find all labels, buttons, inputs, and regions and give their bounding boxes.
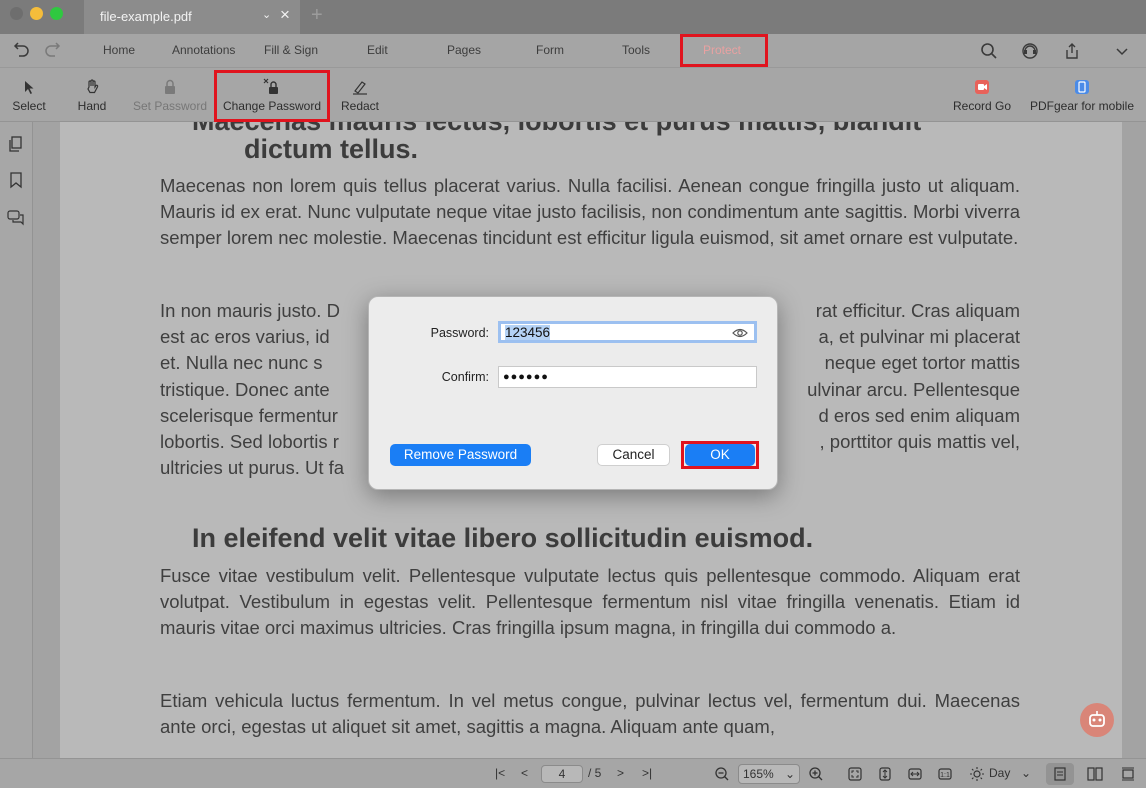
confirm-label: Confirm: [441,370,489,384]
first-page-icon[interactable]: |< [495,766,505,780]
left-sidebar [0,122,33,758]
robot-icon [1089,711,1105,727]
redact-tool[interactable]: Redact [336,68,384,122]
new-tab-button[interactable]: + [311,4,323,27]
cancel-button[interactable]: Cancel [597,444,670,466]
hand-icon [87,79,99,94]
last-page-icon[interactable]: >| [642,766,652,780]
eye-icon[interactable] [732,327,748,339]
record-go-button[interactable]: Record Go [948,68,1016,122]
menu-tools[interactable]: Tools [622,43,650,57]
redact-label: Redact [340,99,380,113]
remove-password-button[interactable]: Remove Password [390,444,531,466]
fit-width-icon[interactable] [907,766,923,782]
menu-edit[interactable]: Edit [367,43,388,57]
redo-icon[interactable] [43,42,61,60]
pages-panel-icon[interactable] [7,135,25,153]
menu-home[interactable]: Home [103,43,135,57]
paragraph-1: Maecenas non lorem quis tellus placerat … [160,175,1020,249]
hand-label: Hand [77,99,107,113]
password-value: 123456 [505,325,551,340]
zoom-window-button[interactable] [50,7,63,20]
record-icon [975,80,989,94]
title-bar: file-example.pdf ⌄ × + [0,0,1146,34]
menu-form[interactable]: Form [536,43,564,57]
fit-page-icon[interactable] [847,766,863,782]
next-page-icon[interactable]: > [617,766,624,780]
mobile-icon [1075,80,1089,94]
change-password-highlight-box [214,70,330,122]
password-input[interactable]: 123456 [498,321,757,343]
paragraph-3: Fusce vitae vestibulum velit. Pellentesq… [160,565,1020,639]
theme-label[interactable]: Day [989,766,1010,780]
close-window-button[interactable] [10,7,23,20]
page-total: / 5 [588,766,602,780]
chevron-down-icon[interactable]: ⌄ [262,8,271,21]
minimize-window-button[interactable] [30,7,43,20]
search-icon[interactable] [980,42,998,60]
status-bar: |< < 4 / 5 > >| 165% ⌄ 1:1 Day ⌄ [0,758,1146,788]
set-password-label: Set Password [132,99,208,113]
single-page-view-button[interactable] [1046,763,1074,785]
zoom-in-icon[interactable] [808,766,824,782]
scroll-view-icon[interactable] [1120,766,1136,782]
password-label: Password: [430,326,489,340]
menu-annotations[interactable]: Annotations [172,43,235,57]
heading-top-line2: dictum tellus. [244,134,419,164]
share-icon[interactable] [1063,42,1081,60]
pdfgear-mobile-button[interactable]: PDFgear for mobile [1026,68,1138,122]
single-page-icon [1054,767,1066,781]
menu-pages[interactable]: Pages [447,43,481,57]
paragraph-2-left: In non mauris justo. D est ac eros variu… [160,300,345,479]
protect-highlight-box [680,34,768,67]
password-dialog: Password: 123456 Confirm: ●●●●●● Remove … [368,296,778,490]
svg-text:1:1: 1:1 [940,772,950,779]
comments-icon[interactable] [7,208,25,226]
tab-title: file-example.pdf [100,9,192,24]
actual-size-icon[interactable]: 1:1 [937,766,953,782]
support-icon[interactable] [1021,42,1039,60]
zoom-out-icon[interactable] [714,766,730,782]
bookmark-icon[interactable] [7,171,25,189]
paragraph-2-right: rat efficitur. Cras aliquam a, et pulvin… [807,300,1020,453]
redact-pen-icon [353,81,367,95]
document-tab[interactable]: file-example.pdf ⌄ × [84,0,300,34]
chevron-down-icon: ⌄ [784,767,795,781]
undo-icon[interactable] [13,42,31,60]
two-page-icon[interactable] [1087,766,1103,782]
hand-tool[interactable]: Hand [68,68,116,122]
ok-highlight-box [681,441,759,469]
cursor-icon [25,81,34,94]
page-number-input[interactable]: 4 [541,765,583,783]
sun-icon[interactable] [969,766,985,782]
protect-toolbar: Select Hand Set Password Change Password… [0,68,1146,122]
fit-height-icon[interactable] [877,766,893,782]
ai-assistant-button[interactable] [1080,703,1114,737]
heading-2: In eleifend velit vitae libero sollicitu… [192,523,814,553]
select-tool[interactable]: Select [5,68,53,122]
set-password-tool[interactable]: Set Password [129,68,211,122]
chevron-down-icon[interactable] [1113,42,1131,60]
prev-page-icon[interactable]: < [521,766,528,780]
lock-icon [165,79,175,94]
zoom-select[interactable]: 165% ⌄ [738,764,800,784]
menu-fill-sign[interactable]: Fill & Sign [264,43,318,57]
pdfgear-mobile-label: PDFgear for mobile [1029,99,1135,113]
paragraph-4: Etiam vehicula luctus fermentum. In vel … [160,690,1020,738]
confirm-input[interactable]: ●●●●●● [498,366,757,388]
menu-bar: Home Annotations Fill & Sign Edit Pages … [0,34,1146,68]
close-tab-icon[interactable]: × [280,6,290,23]
chevron-down-icon[interactable]: ⌄ [1021,766,1031,780]
select-label: Select [12,99,46,113]
record-go-label: Record Go [952,99,1012,113]
